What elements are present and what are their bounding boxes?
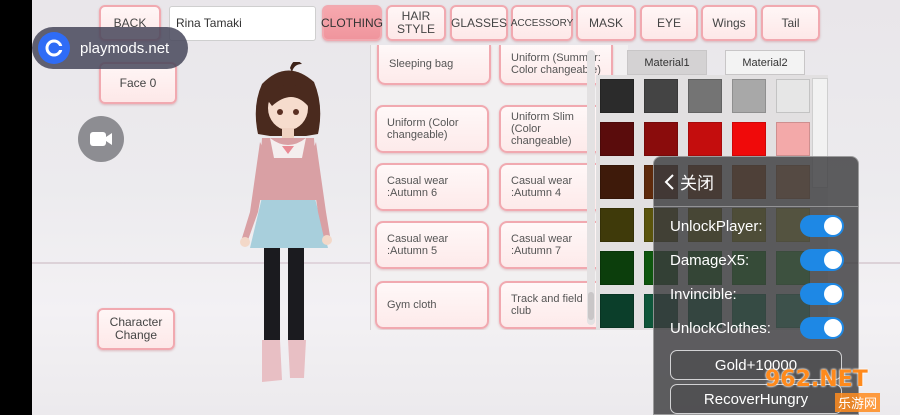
- playmods-badge: playmods.net: [32, 27, 188, 69]
- tab-hair-style[interactable]: HAIR STYLE: [386, 5, 446, 41]
- watermark-logo: 962.NET: [765, 367, 868, 392]
- tab-wings[interactable]: Wings: [701, 5, 757, 41]
- character-change-label: Character Change: [109, 315, 163, 342]
- color-swatch[interactable]: [644, 79, 678, 113]
- tab-label: MASK: [588, 15, 623, 30]
- playmods-text: playmods.net: [80, 39, 170, 57]
- character-change-button[interactable]: Character Change: [97, 308, 175, 350]
- unlock-player-toggle[interactable]: [800, 215, 844, 237]
- toggle-label: DamageX5:: [670, 251, 750, 269]
- clothing-item-label: Casual wear :Autumn 6: [387, 175, 449, 199]
- video-camera-icon[interactable]: [78, 116, 124, 162]
- clothing-item[interactable]: Uniform (Color changeable): [375, 105, 489, 153]
- tab-label: EYE: [656, 15, 681, 30]
- clothing-item-label: Uniform (Color changeable): [387, 117, 459, 141]
- close-label: 关闭: [680, 174, 714, 193]
- tab-clothing[interactable]: CLOTHING: [321, 5, 384, 41]
- clothing-item-label: Sleeping bag: [389, 58, 454, 70]
- tab-material2[interactable]: Material2: [725, 50, 805, 75]
- toggle-row-unlock-player: UnlockPlayer:: [670, 213, 844, 239]
- face-label: Face 0: [119, 75, 157, 90]
- toggle-row-unlock-clothes: UnlockClothes:: [670, 315, 844, 341]
- toggle-row-damage: DamageX5:: [670, 247, 844, 273]
- color-swatch[interactable]: [732, 79, 766, 113]
- tab-material1[interactable]: Material1: [627, 50, 707, 75]
- tab-mask[interactable]: MASK: [576, 5, 636, 41]
- toggle-label: Invincible:: [670, 285, 737, 303]
- tab-tail[interactable]: Tail: [761, 5, 820, 41]
- tab-label: Wings: [712, 15, 746, 30]
- clothing-item-label: Gym cloth: [387, 299, 437, 311]
- playmods-logo-icon: [38, 32, 70, 64]
- clothing-item[interactable]: Gym cloth: [375, 281, 489, 329]
- unlock-clothes-toggle[interactable]: [800, 317, 844, 339]
- tab-label: GLASSES: [450, 15, 508, 30]
- clothing-item-label: Casual wear :Autumn 5: [387, 233, 449, 257]
- mod-menu-close[interactable]: 关闭: [654, 157, 858, 207]
- color-swatch[interactable]: [600, 208, 634, 242]
- tab-label: CLOTHING: [321, 15, 384, 30]
- color-swatch[interactable]: [600, 79, 634, 113]
- recover-hungry-label: RecoverHungry: [703, 390, 809, 408]
- clothing-item[interactable]: Sleeping bag: [377, 45, 491, 85]
- color-swatch[interactable]: [732, 122, 766, 156]
- color-swatch[interactable]: [600, 165, 634, 199]
- clothing-item[interactable]: Casual wear :Autumn 5: [375, 221, 489, 269]
- color-swatch[interactable]: [600, 294, 634, 328]
- toggle-row-invincible: Invincible:: [670, 281, 844, 307]
- clothing-list-scrollbar[interactable]: [587, 50, 595, 325]
- chevron-left-icon: [664, 173, 674, 190]
- toggle-label: UnlockPlayer:: [670, 217, 763, 235]
- color-swatch[interactable]: [644, 122, 678, 156]
- tab-label: Tail: [781, 15, 800, 30]
- invincible-toggle[interactable]: [800, 283, 844, 305]
- tab-accessory[interactable]: ACCESSORY: [511, 5, 573, 41]
- character-name-input[interactable]: Rina Tamaki: [169, 6, 316, 41]
- tab-label: HAIR STYLE: [396, 9, 435, 36]
- color-swatch[interactable]: [600, 122, 634, 156]
- color-swatch[interactable]: [600, 251, 634, 285]
- character-model[interactable]: [232, 62, 342, 392]
- tab-label: Material2: [742, 56, 788, 69]
- scrollbar-thumb[interactable]: [588, 292, 594, 320]
- watermark-sub: 乐游网: [835, 393, 881, 412]
- tab-label: Material1: [644, 56, 690, 69]
- tab-eye[interactable]: EYE: [640, 5, 698, 41]
- color-swatch[interactable]: [688, 79, 722, 113]
- color-swatch[interactable]: [688, 122, 722, 156]
- color-swatch[interactable]: [776, 122, 810, 156]
- tab-label: ACCESSORY: [510, 17, 574, 29]
- clothing-item[interactable]: Casual wear :Autumn 6: [375, 163, 489, 211]
- damage-x5-toggle[interactable]: [800, 249, 844, 271]
- color-swatch[interactable]: [776, 79, 810, 113]
- tab-glasses[interactable]: GLASSES: [450, 5, 508, 41]
- toggle-label: UnlockClothes:: [670, 319, 771, 337]
